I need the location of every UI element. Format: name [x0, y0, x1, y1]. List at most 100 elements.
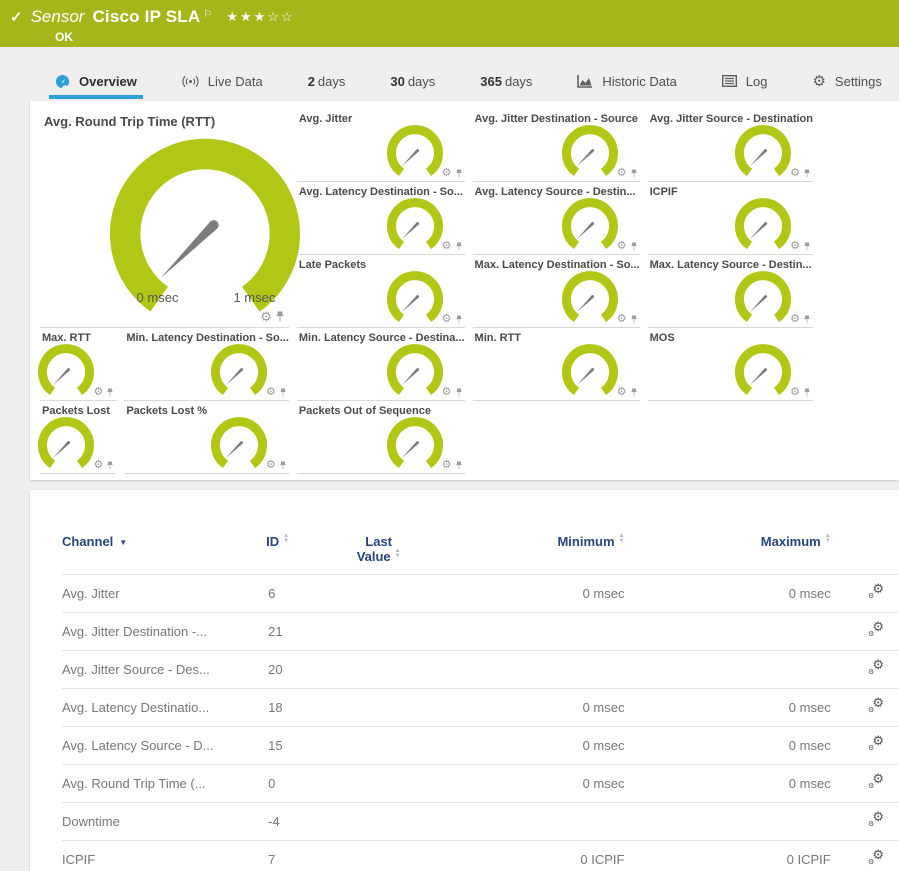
gauge-pin-icon[interactable] — [279, 461, 287, 470]
gauge-panel[interactable]: Packets Lost ⚙ — [40, 401, 116, 474]
tab-live-data[interactable]: Live Data — [179, 63, 266, 99]
channel-settings-icon[interactable]: ⚙⚙ — [868, 812, 884, 828]
gauge-panel[interactable]: Packets Lost % ⚙ — [124, 401, 289, 474]
gauge-pin-icon[interactable] — [455, 242, 463, 251]
gauge-settings-gear-icon[interactable]: ⚙ — [790, 314, 800, 325]
channel-settings-icon[interactable]: ⚙⚙ — [868, 850, 884, 866]
gauge-settings-gear-icon[interactable]: ⚙ — [617, 241, 627, 252]
gauge-settings-gear-icon[interactable]: ⚙ — [442, 241, 452, 252]
tab-settings[interactable]: ⚙ Settings — [809, 63, 884, 99]
gauge-settings-gear-icon[interactable]: ⚙ — [617, 387, 627, 398]
gauge-pin-icon[interactable] — [803, 169, 811, 178]
gauge-pin-icon[interactable] — [630, 169, 638, 178]
gauge-pin-icon[interactable] — [803, 242, 811, 251]
channel-minimum-cell: 0 msec — [427, 727, 625, 765]
channel-name-cell[interactable]: Avg. Round Trip Time (... — [62, 765, 266, 803]
gauge-settings-gear-icon[interactable]: ⚙ — [442, 460, 452, 471]
sort-icon[interactable]: ▲▼ — [283, 534, 289, 544]
column-header-id[interactable]: ID▲▼ — [266, 532, 331, 575]
gauge-title: Late Packets — [297, 255, 465, 271]
gauge-panel[interactable]: Packets Out of Sequence ⚙ — [297, 401, 465, 474]
gauge-settings-gear-icon[interactable]: ⚙ — [790, 168, 800, 179]
gauge-pin-icon[interactable] — [279, 388, 287, 397]
sort-icon[interactable]: ▲▼ — [825, 534, 831, 544]
gauge-panel[interactable]: Min. Latency Source - Destina... ⚙ — [297, 328, 465, 401]
priority-stars[interactable]: ★★★☆☆ — [226, 9, 294, 25]
tab-days[interactable]: 30days — [387, 63, 438, 99]
gauge-panel[interactable]: Max. Latency Destination - So... ⚙ — [473, 255, 640, 328]
channel-name-cell[interactable]: Avg. Jitter — [62, 575, 266, 613]
tab-overview[interactable]: Overview — [52, 63, 140, 99]
gauge-pin-icon[interactable] — [455, 169, 463, 178]
gauge-title: Min. RTT — [473, 328, 640, 344]
flag-icon[interactable]: ⚐ — [203, 9, 212, 20]
gauge-settings-gear-icon[interactable]: ⚙ — [790, 241, 800, 252]
column-header-last-value[interactable]: Last Value▲▼ — [331, 532, 427, 575]
gauge-panel[interactable]: Min. Latency Destination - So... ⚙ — [124, 328, 289, 401]
column-header-minimum[interactable]: Minimum▲▼ — [427, 532, 625, 575]
gauge-panel[interactable]: ICPIF ⚙ — [648, 182, 813, 255]
channel-name-cell[interactable]: Avg. Latency Destinatio... — [62, 689, 266, 727]
gauge-pin-icon[interactable] — [106, 461, 114, 470]
tab-days[interactable]: 2days — [305, 63, 349, 99]
channel-name-cell[interactable]: Avg. Latency Source - D... — [62, 727, 266, 765]
channel-settings-icon[interactable]: ⚙⚙ — [868, 622, 884, 638]
filter-dropdown-icon[interactable]: ▼ — [119, 538, 127, 547]
gauge-settings-gear-icon[interactable]: ⚙ — [790, 387, 800, 398]
channel-name-cell[interactable]: Downtime — [62, 803, 266, 841]
tab-historic-data[interactable]: Historic Data — [574, 63, 679, 99]
gauge-settings-gear-icon[interactable]: ⚙ — [93, 387, 103, 398]
channel-name-cell[interactable]: Avg. Jitter Source - Des... — [62, 651, 266, 689]
gauge-pin-icon[interactable] — [106, 388, 114, 397]
gauge-dial: 0 msec 1 msec — [110, 135, 300, 313]
gauge-panel[interactable]: Min. RTT ⚙ — [473, 328, 640, 401]
gauge-pin-icon[interactable] — [455, 461, 463, 470]
gauge-panel[interactable]: Avg. Jitter Source - Destination ⚙ — [648, 109, 813, 182]
gauge-pin-icon[interactable] — [630, 242, 638, 251]
gauge-panel[interactable]: Avg. Jitter ⚙ — [297, 109, 465, 182]
gauge-panel[interactable]: Late Packets ⚙ — [297, 255, 465, 328]
gauge-pin-icon[interactable] — [803, 315, 811, 324]
channel-settings-icon[interactable]: ⚙⚙ — [868, 736, 884, 752]
gauge-title: Avg. Jitter — [297, 109, 465, 125]
sort-icon[interactable]: ▲▼ — [619, 534, 625, 544]
gauge-settings-gear-icon[interactable]: ⚙ — [260, 310, 272, 323]
gauge-pin-icon[interactable] — [630, 388, 638, 397]
gauge-panel-main[interactable]: Avg. Round Trip Time (RTT) 0 msec 1 msec… — [40, 109, 289, 328]
gauge-settings-gear-icon[interactable]: ⚙ — [442, 314, 452, 325]
gauge-max-label: 1 msec — [233, 290, 275, 305]
table-row: Avg. Round Trip Time (... 0 0 msec 0 mse… — [62, 765, 899, 803]
gauge-dial — [562, 343, 618, 395]
column-header-maximum[interactable]: Maximum▲▼ — [624, 532, 830, 575]
gauge-pin-icon[interactable] — [455, 388, 463, 397]
gauge-settings-gear-icon[interactable]: ⚙ — [266, 387, 276, 398]
gauge-panel[interactable]: Avg. Jitter Destination - Source ⚙ — [473, 109, 640, 182]
gauge-pin-icon[interactable] — [630, 315, 638, 324]
tab-log[interactable]: Log — [719, 63, 771, 99]
gauge-panel[interactable]: MOS ⚙ — [648, 328, 813, 401]
gauge-panel[interactable]: Max. Latency Source - Destin... ⚙ — [648, 255, 813, 328]
gauge-title: Max. Latency Source - Destin... — [648, 255, 813, 271]
gauge-settings-gear-icon[interactable]: ⚙ — [617, 314, 627, 325]
sort-icon[interactable]: ▲▼ — [395, 549, 401, 559]
gauge-settings-gear-icon[interactable]: ⚙ — [442, 168, 452, 179]
column-header-channel[interactable]: Channel▼ — [62, 532, 266, 575]
channel-maximum-cell: 0 msec — [624, 575, 830, 613]
gauge-pin-icon[interactable] — [803, 388, 811, 397]
channel-name-cell[interactable]: ICPIF — [62, 841, 266, 871]
channel-settings-icon[interactable]: ⚙⚙ — [868, 584, 884, 600]
gauge-settings-gear-icon[interactable]: ⚙ — [266, 460, 276, 471]
gauge-pin-icon[interactable] — [275, 311, 285, 322]
gauge-settings-gear-icon[interactable]: ⚙ — [93, 460, 103, 471]
channel-name-cell[interactable]: Avg. Jitter Destination -... — [62, 613, 266, 651]
gauge-panel[interactable]: Avg. Latency Source - Destin... ⚙ — [473, 182, 640, 255]
gauge-settings-gear-icon[interactable]: ⚙ — [617, 168, 627, 179]
gauge-panel[interactable]: Avg. Latency Destination - So... ⚙ — [297, 182, 465, 255]
tab-days[interactable]: 365days — [477, 63, 535, 99]
channel-settings-icon[interactable]: ⚙⚙ — [868, 774, 884, 790]
gauge-panel[interactable]: Max. RTT ⚙ — [40, 328, 116, 401]
gauge-pin-icon[interactable] — [455, 315, 463, 324]
gauge-settings-gear-icon[interactable]: ⚙ — [442, 387, 452, 398]
channel-settings-icon[interactable]: ⚙⚙ — [868, 660, 884, 676]
channel-settings-icon[interactable]: ⚙⚙ — [868, 698, 884, 714]
